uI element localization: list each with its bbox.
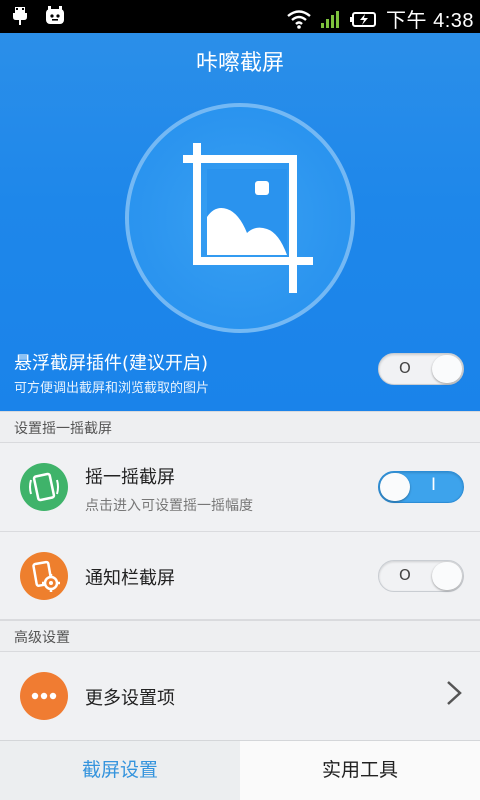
notification-screenshot-toggle[interactable]: O xyxy=(378,560,464,592)
chevron-right-icon xyxy=(447,681,462,705)
toggle-knob xyxy=(380,473,410,501)
tab-screenshot-settings[interactable]: 截屏设置 xyxy=(0,741,240,800)
shake-row-subtitle: 点击进入可设置摇一摇幅度 xyxy=(85,498,253,514)
toggle-off-mark: O xyxy=(399,566,411,584)
usb-icon xyxy=(13,7,27,25)
toggle-off-mark: O xyxy=(399,359,411,377)
hero-section: 咔嚓截屏 悬浮截屏插件(建议开启) 可方便调出截屏和浏览截取的图片 O xyxy=(0,33,480,411)
toggle-knob xyxy=(432,355,462,383)
battery-charging-icon xyxy=(350,11,377,27)
notification-gear-icon xyxy=(20,552,68,600)
floating-plugin-toggle[interactable]: O xyxy=(378,353,464,385)
shake-row-title: 摇一摇截屏 xyxy=(85,467,175,488)
toggle-on-mark: I xyxy=(431,475,437,495)
toggle-knob xyxy=(432,562,462,590)
status-time: 下午 4:38 xyxy=(386,10,474,32)
section-header-label: 高级设置 xyxy=(14,630,70,646)
signal-icon xyxy=(321,10,340,28)
section-header-label: 设置摇一摇截屏 xyxy=(14,421,112,437)
robot-icon xyxy=(46,6,64,24)
bottom-tab-bar: 截屏设置 实用工具 xyxy=(0,740,480,800)
floating-plugin-subtitle: 可方便调出截屏和浏览截取的图片 xyxy=(14,381,210,396)
shake-screenshot-row[interactable]: 摇一摇截屏 点击进入可设置摇一摇幅度 I xyxy=(0,443,480,532)
section-header-advanced: 高级设置 xyxy=(0,620,480,652)
section-header-shake: 设置摇一摇截屏 xyxy=(0,411,480,443)
crop-image-icon xyxy=(183,143,313,293)
notify-row-title: 通知栏截屏 xyxy=(85,568,175,589)
shake-phone-icon xyxy=(20,463,68,511)
app-title: 咔嚓截屏 xyxy=(195,51,284,76)
more-dots-icon xyxy=(20,672,68,720)
status-bar: 下午 4:38 xyxy=(0,0,480,33)
floating-plugin-title: 悬浮截屏插件(建议开启) xyxy=(14,353,209,374)
more-row-title: 更多设置项 xyxy=(85,688,175,709)
screenshot-button[interactable] xyxy=(125,103,355,333)
notification-screenshot-row[interactable]: 通知栏截屏 O xyxy=(0,532,480,620)
shake-screenshot-toggle[interactable]: I xyxy=(378,471,464,503)
tab-tools[interactable]: 实用工具 xyxy=(240,741,480,800)
wifi-icon xyxy=(287,9,311,29)
more-settings-row[interactable]: 更多设置项 xyxy=(0,652,480,740)
